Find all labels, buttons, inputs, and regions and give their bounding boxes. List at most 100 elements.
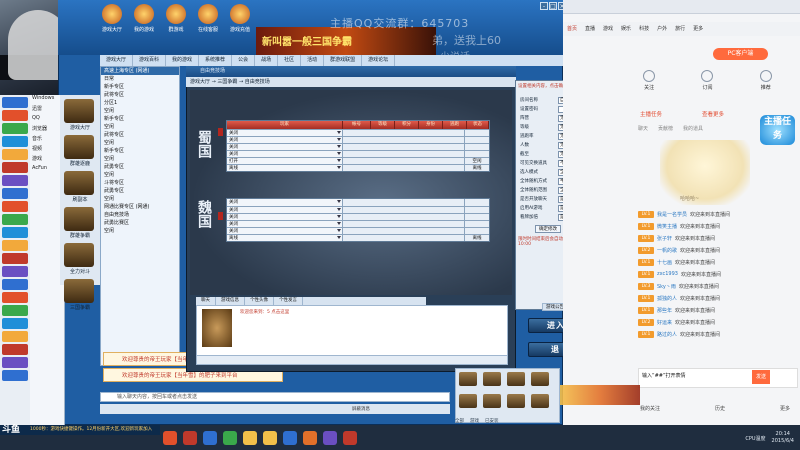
table-row[interactable]: 离线 离线 — [227, 234, 489, 241]
table-row[interactable]: 打开 空闲 — [227, 157, 489, 164]
taskbar-app-icon[interactable] — [263, 430, 277, 445]
tab-events[interactable]: 活动 — [301, 55, 325, 66]
nav-home[interactable]: 首页 — [563, 22, 581, 36]
list-item[interactable]: 音乐 — [30, 135, 64, 145]
hall-chat-input[interactable]: 输入聊天内容，按回车或者点击发送 — [100, 392, 450, 402]
tab-hall[interactable]: 游戏大厅 — [100, 55, 134, 66]
game-icon[interactable] — [64, 135, 94, 159]
taskbar-app-icon[interactable] — [283, 430, 297, 445]
tree-item[interactable]: 空闲 — [101, 171, 179, 179]
list-item[interactable]: Windows — [30, 95, 64, 105]
toolbar-item[interactable]: 我的游戏 — [130, 4, 158, 44]
app-icon[interactable] — [2, 253, 28, 264]
tree-item[interactable]: 自由竞技场 — [101, 211, 179, 219]
nav-outdoor[interactable]: 户外 — [653, 22, 671, 36]
nav-fun[interactable]: 娱乐 — [617, 22, 635, 36]
tree-item[interactable]: 网通比赛专区 (网通) — [101, 203, 179, 211]
view-more-link[interactable]: 查看更多 — [702, 110, 724, 120]
game-icon[interactable] — [64, 207, 94, 231]
table-row[interactable]: 关闭 — [227, 213, 489, 220]
list-item[interactable]: 视频 — [30, 145, 64, 155]
taskbar-app-icon[interactable] — [323, 430, 337, 445]
tab-battlefield[interactable]: 战场 — [255, 55, 279, 66]
tab-chat[interactable]: 聊天 — [196, 297, 216, 305]
tree-item[interactable]: 武将专区 — [101, 91, 179, 99]
tab-avatar[interactable]: 个性头像 — [245, 297, 274, 305]
taskbar-app-icon[interactable] — [243, 430, 257, 445]
tab-game-info[interactable]: 游戏信息 — [216, 297, 245, 305]
dropdown-icon[interactable] — [337, 145, 341, 149]
game-thumb[interactable] — [459, 372, 477, 386]
tab-games[interactable]: 游戏 — [470, 418, 479, 424]
app-icon[interactable] — [2, 266, 28, 277]
dropdown-icon[interactable] — [337, 138, 341, 142]
dropdown-icon[interactable] — [337, 222, 341, 226]
app-icon[interactable] — [2, 305, 28, 316]
promo-banner[interactable]: 新叫嚣一般三国争霸 — [256, 27, 436, 55]
taskbar-app-icon[interactable] — [343, 430, 357, 445]
game-thumb[interactable] — [483, 372, 501, 386]
confirm-settings-button[interactable]: 确定修改 — [535, 225, 561, 233]
list-item[interactable]: 迅雷 — [30, 105, 64, 115]
nav-tech[interactable]: 科技 — [635, 22, 653, 36]
game-thumb[interactable] — [507, 372, 525, 386]
tab-speech[interactable]: 个性发言 — [274, 297, 303, 305]
block-messages-checkbox[interactable]: 屏蔽消息 — [352, 406, 370, 412]
game-thumb[interactable] — [531, 372, 549, 386]
dropdown-icon[interactable] — [337, 131, 341, 135]
tab-rank[interactable]: 贡献榜 — [658, 125, 673, 135]
chat-input[interactable] — [196, 355, 508, 365]
tab-encyclopedia[interactable]: 游戏百科 — [133, 55, 167, 66]
table-row[interactable]: 关闭 — [227, 199, 489, 206]
footer-more[interactable]: 更多 — [780, 405, 790, 412]
chat-message[interactable]: 欢迎您来到：5 点击这里 — [240, 309, 289, 315]
app-icon[interactable] — [2, 162, 28, 173]
send-button[interactable]: 发送 — [752, 370, 770, 384]
system-clock[interactable]: 20:14 2015/6/4 — [772, 431, 794, 445]
tab-mygames[interactable]: 我的游戏 — [166, 55, 200, 66]
dropdown-icon[interactable] — [337, 215, 341, 219]
tab-guild[interactable]: 公会 — [232, 55, 256, 66]
tree-item[interactable]: 新手专区 — [101, 83, 179, 91]
table-row[interactable]: 关闭 — [227, 129, 489, 136]
app-icon[interactable] — [2, 227, 28, 238]
app-icon[interactable] — [2, 357, 28, 368]
tree-item[interactable]: 武勇比赛区 — [101, 219, 179, 227]
app-icon[interactable] — [2, 331, 28, 342]
dropdown-icon[interactable] — [337, 159, 341, 163]
game-icon[interactable] — [64, 243, 94, 267]
tab-group-league[interactable]: 群游戏联盟 — [324, 55, 363, 66]
taskbar-app-icon[interactable] — [183, 430, 197, 445]
tree-item[interactable]: 武勇专区 — [101, 163, 179, 171]
nav-travel[interactable]: 旅行 — [671, 22, 689, 36]
app-icon[interactable] — [2, 149, 28, 160]
taskbar-app-icon[interactable] — [303, 430, 317, 445]
pc-client-button[interactable]: PC客户端 — [713, 48, 768, 60]
tree-item[interactable]: 武将专区 — [101, 131, 179, 139]
tab-props[interactable]: 我的道具 — [683, 125, 703, 135]
minimize-button[interactable]: - — [540, 2, 548, 10]
app-icon[interactable] — [2, 97, 28, 108]
list-item[interactable]: QQ — [30, 115, 64, 125]
tab-live-chat[interactable]: 聊天 — [638, 125, 648, 135]
list-item[interactable]: AcFun — [30, 165, 64, 175]
taskbar-app-icon[interactable] — [163, 430, 177, 445]
tab-all[interactable]: 全部 — [455, 418, 464, 424]
table-row[interactable]: 关闭 — [227, 136, 489, 143]
task-badge[interactable]: 主播任务 — [760, 115, 795, 145]
stat-recommend[interactable]: 推荐 — [759, 70, 772, 100]
dropdown-icon[interactable] — [337, 229, 341, 233]
nav-more[interactable]: 更多 — [689, 22, 707, 36]
tree-item[interactable]: 空闲 — [101, 227, 179, 235]
taskbar-app-icon[interactable] — [223, 430, 237, 445]
tree-item[interactable]: 空闲 — [101, 107, 179, 115]
game-thumb[interactable] — [507, 394, 525, 408]
game-thumb[interactable] — [483, 394, 501, 408]
list-item[interactable]: 游戏 — [30, 155, 64, 165]
tree-item[interactable]: 武勇专区 — [101, 187, 179, 195]
tree-item[interactable]: 空闲 — [101, 155, 179, 163]
app-icon[interactable] — [2, 240, 28, 251]
app-icon[interactable] — [2, 110, 28, 121]
dropdown-icon[interactable] — [337, 200, 341, 204]
toolbar-item[interactable]: 游戏大厅 — [98, 4, 126, 44]
